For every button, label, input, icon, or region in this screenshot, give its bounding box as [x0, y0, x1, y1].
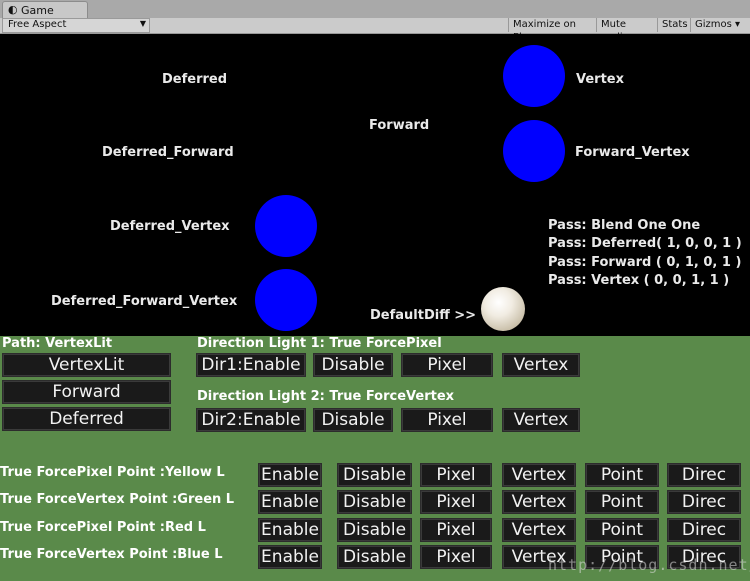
- direction-light-2-label: Direction Light 2: True ForceVertex: [197, 389, 455, 404]
- point-light-label: True ForcePixel Point :Yellow L: [0, 465, 225, 480]
- dir1-disable-button[interactable]: Disable: [313, 353, 393, 377]
- label-deferred-forward: Deferred_Forward: [102, 145, 234, 160]
- dir1-vertex-button[interactable]: Vertex: [502, 353, 580, 377]
- pass-line: Pass: Vertex ( 0, 0, 1, 1 ): [548, 273, 730, 288]
- dir1-pixel-button[interactable]: Pixel: [401, 353, 493, 377]
- sphere-default-diff: [481, 287, 525, 331]
- point-light-pixel-button[interactable]: Pixel: [420, 490, 492, 514]
- point-light-label: True ForcePixel Point :Red L: [0, 520, 206, 535]
- point-light-enable-button[interactable]: Enable: [258, 545, 322, 569]
- pass-line: Pass: Forward ( 0, 1, 0, 1 ): [548, 255, 742, 270]
- mute-audio-button[interactable]: Mute audio: [596, 18, 656, 43]
- path-vertexlit-button[interactable]: VertexLit: [2, 353, 171, 377]
- label-deferred-vertex: Deferred_Vertex: [110, 219, 230, 234]
- point-light-disable-button[interactable]: Disable: [337, 518, 412, 542]
- game-toolbar: Free Aspect ▼ Maximize on Play Mute audi…: [0, 18, 750, 43]
- label-forward: Forward: [369, 118, 430, 133]
- pass-line: Pass: Blend One One: [548, 218, 701, 233]
- direction-light-1-label: Direction Light 1: True ForcePixel: [197, 336, 442, 351]
- point-light-disable-button[interactable]: Disable: [337, 463, 412, 487]
- label-deferred: Deferred: [162, 72, 228, 87]
- point-light-pixel-button[interactable]: Pixel: [420, 518, 492, 542]
- dir2-enable-button[interactable]: Dir2:Enable: [196, 408, 306, 432]
- path-label: Path: VertexLit: [2, 336, 113, 351]
- pass-line: Pass: Deferred( 1, 0, 0, 1 ): [548, 236, 742, 251]
- game-icon: ◐: [8, 3, 18, 16]
- sphere-vertex: [503, 45, 565, 107]
- dropdown-arrow-icon: ▼: [139, 19, 146, 28]
- point-light-enable-button[interactable]: Enable: [258, 490, 322, 514]
- point-light-pixel-button[interactable]: Pixel: [420, 463, 492, 487]
- sphere-forward-vertex: [503, 120, 565, 182]
- point-light-vertex-button[interactable]: Vertex: [502, 463, 576, 487]
- point-light-label: True ForceVertex Point :Blue L: [0, 547, 223, 562]
- point-light-direc-button[interactable]: Direc: [667, 463, 741, 487]
- point-light-enable-button[interactable]: Enable: [258, 518, 322, 542]
- point-light-enable-button[interactable]: Enable: [258, 463, 322, 487]
- dir2-disable-button[interactable]: Disable: [313, 408, 393, 432]
- point-light-direc-button[interactable]: Direc: [667, 490, 741, 514]
- point-light-disable-button[interactable]: Disable: [337, 490, 412, 514]
- gizmos-label: Gizmos: [695, 19, 732, 30]
- dir2-pixel-button[interactable]: Pixel: [401, 408, 493, 432]
- label-deferred-forward-vertex: Deferred_Forward_Vertex: [51, 294, 238, 309]
- point-light-vertex-button[interactable]: Vertex: [502, 490, 576, 514]
- game-viewport: Deferred Vertex Forward Deferred_Forward…: [0, 34, 750, 336]
- dir2-vertex-button[interactable]: Vertex: [502, 408, 580, 432]
- maximize-on-play-button[interactable]: Maximize on Play: [508, 18, 595, 43]
- label-vertex: Vertex: [576, 72, 624, 87]
- tab-game-label: Game: [21, 4, 54, 17]
- dir1-enable-button[interactable]: Dir1:Enable: [196, 353, 306, 377]
- point-light-vertex-button[interactable]: Vertex: [502, 518, 576, 542]
- editor-tab-bar: ◐ Game: [0, 0, 750, 19]
- point-light-direc-button[interactable]: Direc: [667, 518, 741, 542]
- label-forward-vertex: Forward_Vertex: [575, 145, 690, 160]
- label-default-diff: DefaultDiff >>: [370, 308, 477, 323]
- point-light-label: True ForceVertex Point :Green L: [0, 492, 235, 507]
- point-light-point-button[interactable]: Point: [585, 463, 659, 487]
- stats-button[interactable]: Stats: [657, 18, 690, 32]
- sphere-deferred-forward-vertex: [255, 269, 317, 331]
- gizmos-button[interactable]: Gizmos ▾: [690, 18, 750, 32]
- point-light-pixel-button[interactable]: Pixel: [420, 545, 492, 569]
- gizmos-arrow-icon: ▾: [735, 19, 741, 30]
- watermark-text: http://blog.csdn.net/: [548, 556, 750, 574]
- path-deferred-button[interactable]: Deferred: [2, 407, 171, 431]
- tab-game[interactable]: ◐ Game: [2, 1, 88, 19]
- sphere-deferred-vertex: [255, 195, 317, 257]
- point-light-disable-button[interactable]: Disable: [337, 545, 412, 569]
- point-light-point-button[interactable]: Point: [585, 518, 659, 542]
- aspect-dropdown[interactable]: Free Aspect ▼: [2, 18, 150, 33]
- aspect-label: Free Aspect: [8, 19, 67, 30]
- point-light-point-button[interactable]: Point: [585, 490, 659, 514]
- path-forward-button[interactable]: Forward: [2, 380, 171, 404]
